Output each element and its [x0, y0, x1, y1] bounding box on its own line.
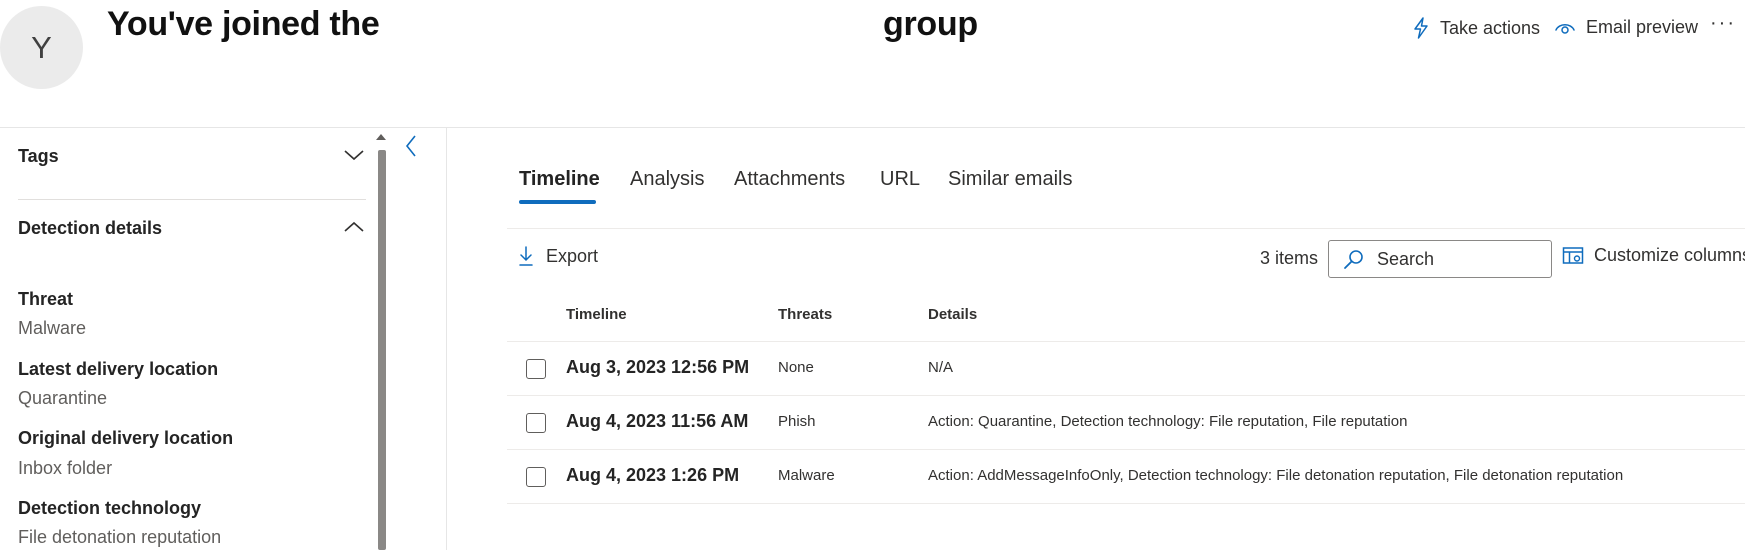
- row-divider: [507, 503, 1745, 504]
- header-divider: [0, 127, 1745, 128]
- latest-delivery-location-label: Latest delivery location: [18, 359, 219, 379]
- email-preview-label: Email preview: [1586, 17, 1699, 37]
- eye-icon: [1555, 23, 1575, 34]
- avatar: Y: [0, 6, 83, 89]
- tab-analysis[interactable]: Analysis: [630, 168, 704, 191]
- search-icon: [1344, 250, 1363, 269]
- tab-timeline[interactable]: Timeline: [519, 168, 600, 191]
- detection-technology-label: Detection technology: [18, 498, 202, 518]
- detection-technology-value: File detonation reputation: [18, 527, 222, 547]
- row-timeline-cell: Aug 4, 2023 1:26 PM: [566, 465, 740, 485]
- download-icon: [519, 246, 533, 266]
- tab-attachments[interactable]: Attachments: [734, 168, 845, 191]
- row-checkbox[interactable]: [526, 467, 546, 487]
- tab-similar-emails[interactable]: Similar emails: [948, 168, 1072, 191]
- row-details-cell: Action: Quarantine, Detection technology…: [928, 413, 1408, 430]
- chevron-down-icon[interactable]: [343, 148, 365, 162]
- email-preview-button[interactable]: Email preview: [1554, 17, 1698, 38]
- take-actions-button[interactable]: Take actions: [1412, 17, 1540, 39]
- threat-value: Malware: [18, 318, 87, 338]
- chevron-up-icon[interactable]: [343, 220, 365, 234]
- tags-section-header[interactable]: Tags: [18, 146, 59, 167]
- row-checkbox[interactable]: [526, 359, 546, 379]
- threat-label: Threat: [18, 289, 74, 309]
- tab-url[interactable]: URL: [880, 168, 920, 191]
- customize-columns-button[interactable]: Customize columns: [1562, 245, 1745, 266]
- search-box[interactable]: [1328, 240, 1552, 278]
- row-threat-cell: None: [778, 359, 814, 376]
- scroll-up-arrow-icon[interactable]: [376, 134, 386, 140]
- search-input[interactable]: [1375, 247, 1549, 271]
- export-button[interactable]: Export: [518, 245, 598, 267]
- item-count: 3 items: [1260, 248, 1319, 268]
- panel-divider: [446, 127, 447, 550]
- collapse-panel-icon[interactable]: [404, 134, 418, 158]
- tabs-divider: [507, 228, 1745, 229]
- row-checkbox[interactable]: [526, 413, 546, 433]
- page-title-continued: group: [883, 5, 978, 43]
- row-details-cell: N/A: [928, 359, 954, 376]
- section-divider: [18, 199, 366, 200]
- sidebar-scrollbar[interactable]: [378, 150, 386, 550]
- more-options-button[interactable]: ···: [1710, 12, 1736, 35]
- row-details-cell: Action: AddMessageInfoOnly, Detection te…: [928, 467, 1624, 484]
- original-delivery-location-value: Inbox folder: [18, 458, 113, 478]
- customize-columns-icon: [1562, 246, 1584, 264]
- header-row-divider: [507, 341, 1745, 342]
- active-tab-indicator: [519, 200, 596, 204]
- row-threat-cell: Phish: [778, 413, 816, 430]
- row-divider: [507, 449, 1745, 450]
- column-header-timeline[interactable]: Timeline: [566, 306, 627, 323]
- row-timeline-cell: Aug 4, 2023 11:56 AM: [566, 411, 749, 431]
- row-divider: [507, 395, 1745, 396]
- lightning-icon: [1414, 17, 1428, 39]
- customize-columns-label: Customize columns: [1594, 245, 1745, 265]
- column-header-details[interactable]: Details: [928, 306, 977, 323]
- original-delivery-location-label: Original delivery location: [18, 428, 234, 448]
- column-header-threats[interactable]: Threats: [778, 306, 832, 323]
- row-timeline-cell: Aug 3, 2023 12:56 PM: [566, 357, 750, 377]
- row-threat-cell: Malware: [778, 467, 835, 484]
- page-title: You've joined the: [107, 5, 380, 43]
- take-actions-label: Take actions: [1440, 17, 1541, 38]
- latest-delivery-location-value: Quarantine: [18, 388, 108, 408]
- detection-details-header[interactable]: Detection details: [18, 218, 162, 239]
- export-label: Export: [546, 245, 599, 266]
